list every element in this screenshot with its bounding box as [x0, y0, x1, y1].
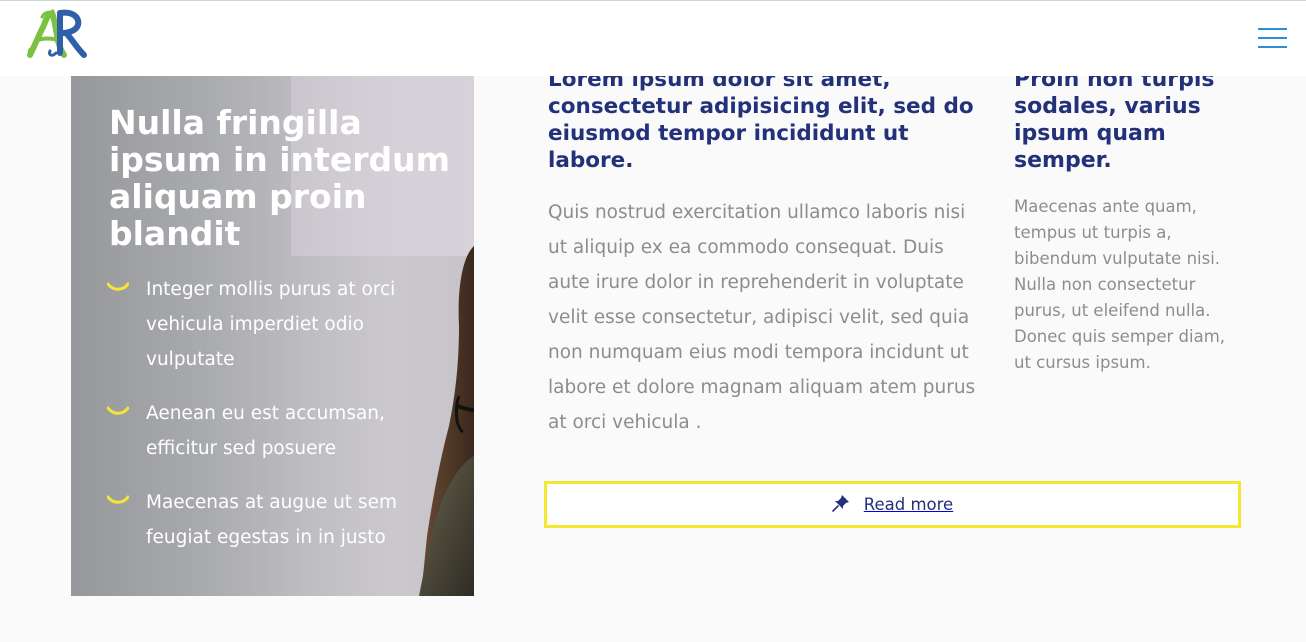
smile-curve-icon	[107, 495, 129, 504]
side-heading: Proin non turpis sodales, varius ipsum q…	[1014, 67, 1215, 173]
site-logo[interactable]	[26, 7, 88, 59]
article-heading: Lorem ipsum dolor sit amet, consectetur …	[548, 67, 974, 173]
list-item-text: Maecenas at augue ut sem feugiat egestas…	[146, 492, 397, 548]
side-body: Maecenas ante quam, tempus ut turpis a, …	[1014, 197, 1226, 372]
read-more-label: Read more	[863, 495, 954, 514]
hero-feature-list: Integer mollis purus at orci vehicula im…	[107, 272, 437, 574]
side-column: Proin non turpis sodales, varius ipsum q…	[1014, 66, 1244, 376]
hero-title: Nulla fringilla ipsum in interdum aliqua…	[109, 103, 450, 253]
list-item: Integer mollis purus at orci vehicula im…	[107, 272, 437, 377]
article-body: Quis nostrud exercitation ullamco labori…	[548, 202, 976, 433]
hamburger-line	[1258, 28, 1287, 30]
list-item: Aenean eu est accumsan, efficitur sed po…	[107, 396, 437, 466]
smile-curve-icon	[107, 282, 129, 291]
list-item-text: Aenean eu est accumsan, efficitur sed po…	[146, 403, 385, 459]
hero-image-panel: Nulla fringilla ipsum in interdum aliqua…	[71, 76, 474, 596]
page: Nulla fringilla ipsum in interdum aliqua…	[0, 0, 1306, 642]
smile-curve-icon	[107, 406, 129, 415]
ar-logo-icon	[27, 8, 87, 58]
read-more-button[interactable]: Read more	[544, 481, 1241, 528]
site-header	[0, 0, 1306, 76]
main-article: Lorem ipsum dolor sit amet, consectetur …	[548, 66, 988, 440]
list-item-text: Integer mollis purus at orci vehicula im…	[146, 279, 396, 370]
hamburger-line	[1258, 46, 1287, 48]
list-item: Maecenas at augue ut sem feugiat egestas…	[107, 485, 437, 555]
hamburger-line	[1258, 37, 1287, 39]
hamburger-menu-icon[interactable]	[1258, 27, 1288, 49]
pushpin-icon	[831, 494, 849, 512]
